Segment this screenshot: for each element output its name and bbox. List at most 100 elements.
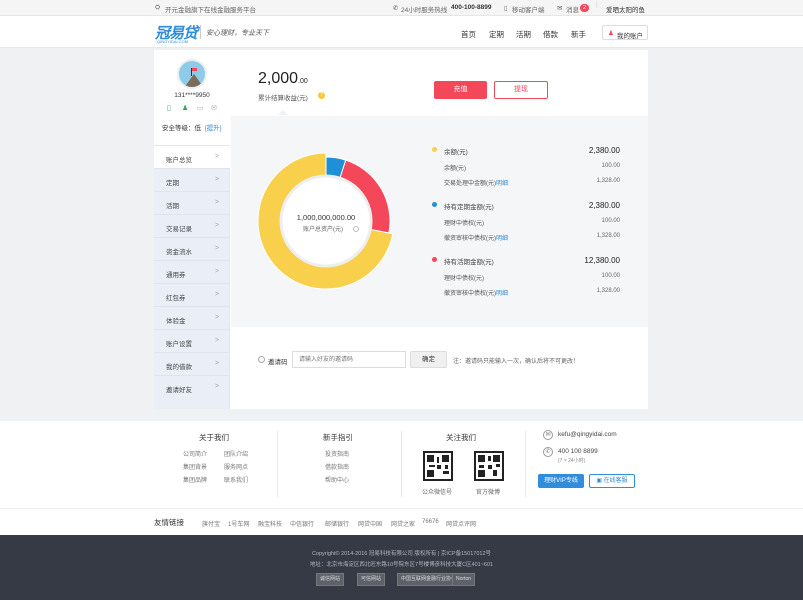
upgrade-security-link[interactable]: [提升] <box>205 122 222 132</box>
footer-divider <box>401 431 402 497</box>
income-amount: 2,000.00 <box>258 70 308 87</box>
footer-link[interactable]: 集团品牌 <box>183 475 207 484</box>
friend-link[interactable]: 网贷点评网 <box>446 519 476 528</box>
detail-link[interactable]: 明细 <box>496 181 508 187</box>
sidebar-item-trial-fund[interactable]: 体验金 > <box>154 307 230 330</box>
sidebar-item-cashflow[interactable]: 资金流水 > <box>154 238 230 261</box>
chevron-right-icon: > <box>215 314 220 321</box>
footer-link[interactable]: 团队介绍 <box>224 449 248 458</box>
trust-badge[interactable]: 诚信网站 <box>316 573 345 586</box>
invite-code-input[interactable] <box>292 351 406 368</box>
nav-fixed[interactable]: 定期 <box>489 29 504 40</box>
footer-link[interactable]: 借款指南 <box>325 462 349 471</box>
legend-value: 2,380.00 <box>588 201 620 210</box>
chevron-right-icon: > <box>215 291 220 298</box>
footer-link[interactable]: 服务网点 <box>224 462 248 471</box>
sidebar: 131****9950 ▯ ♟ ▭ ✉ 安全等级：低 [提升] 账户总览 > 定期… <box>154 50 230 409</box>
mobile-client-link[interactable]: 移动客户端 <box>512 4 545 14</box>
chevron-right-icon: > <box>215 176 220 183</box>
friend-links: 友情链接 旗付宝 1号车网 融宝科技 中信银行 邮储银行 网贷中国 网贷之家 7… <box>0 508 803 535</box>
recharge-button[interactable]: 充值 <box>434 81 487 99</box>
footer-link[interactable]: 公司简介 <box>183 449 207 458</box>
chevron-right-icon: > <box>215 245 220 252</box>
chevron-right-icon: > <box>215 222 220 229</box>
chevron-right-icon: > <box>215 383 220 390</box>
legend-value: 2,380.00 <box>588 146 620 155</box>
pointer-arrow <box>278 110 288 115</box>
bottom-bar: Copyright© 2014-2016 冠易科技有限公司 版权所有 | 京IC… <box>0 535 803 600</box>
sidebar-item-transactions[interactable]: 交易记录 > <box>154 215 230 238</box>
user-phone: 131****9950 <box>174 92 210 99</box>
detail-row: 交易处理中金额(元)明细 1,328.00 <box>444 178 620 187</box>
sidebar-item-coupons[interactable]: 通用券 > <box>154 261 230 284</box>
messages-link[interactable]: 消息 <box>566 4 579 14</box>
weibo-qr-code <box>474 451 504 481</box>
divider: | <box>596 1 598 8</box>
friend-link[interactable]: 中信银行 <box>290 519 314 528</box>
friend-link[interactable]: 网贷中国 <box>358 519 382 528</box>
sidebar-item-red-packets[interactable]: 红包券 > <box>154 284 230 307</box>
legend-dot <box>432 147 437 152</box>
withdraw-button[interactable]: 提现 <box>494 81 548 99</box>
nav-current[interactable]: 活期 <box>516 29 531 40</box>
info-icon[interactable]: ? <box>318 92 325 99</box>
hotline-number: 400-100-8899 <box>451 4 492 11</box>
detail-row: 撤资审核中债权(元)明细 1,328.00 <box>444 233 620 242</box>
friend-link[interactable]: 融宝科技 <box>258 519 282 528</box>
nav-home[interactable]: 首页 <box>461 29 476 40</box>
trust-badge[interactable]: Norton <box>452 573 476 586</box>
my-account-label: 我的账户 <box>617 32 643 40</box>
bank-card-icon[interactable]: ▭ <box>197 104 204 112</box>
footer-link[interactable]: 投资指南 <box>325 449 349 458</box>
username-link[interactable]: 爱晒太阳的鱼 <box>606 4 645 14</box>
friend-link[interactable]: 邮储银行 <box>325 519 349 528</box>
footer-divider <box>277 431 278 497</box>
logo-sub: QINGYIDAI.COM <box>157 39 189 44</box>
copyright: Copyright© 2014-2016 冠易科技有限公司 版权所有 | 京IC… <box>311 551 492 557</box>
sidebar-item-invite[interactable]: 邀请好友 > <box>154 376 230 399</box>
account-panel: 131****9950 ▯ ♟ ▭ ✉ 安全等级：低 [提升] 账户总览 > 定期… <box>154 50 648 409</box>
chevron-right-icon: > <box>215 153 220 160</box>
sidebar-item-my-loans[interactable]: 我的借款 > <box>154 353 230 376</box>
weibo-label: 官方微博 <box>476 490 501 496</box>
total-assets-label: 账户总资产(元) <box>303 225 343 233</box>
nav-newbie[interactable]: 新手 <box>571 29 586 40</box>
nav-loan[interactable]: 借款 <box>543 29 558 40</box>
detail-row: 撤资审核中债权(元)明细 1,328.00 <box>444 288 620 297</box>
friend-link[interactable]: 旗付宝 <box>202 519 220 528</box>
detail-link[interactable]: 明细 <box>496 291 508 297</box>
vip-hotline-button[interactable]: 理财VIP专线 <box>538 474 584 488</box>
phone-verified-icon[interactable]: ▯ <box>167 104 171 112</box>
company-address: 地址：北京市海淀区西北旺东路10号院东区7号楼博彦科技大厦C区401~601 <box>309 562 494 568</box>
income-label: 累计结算收益(元) <box>258 95 308 102</box>
sidebar-item-fixed[interactable]: 定期 > <box>154 169 230 192</box>
top-brand[interactable]: 开元金融 <box>165 4 191 14</box>
footer-link[interactable]: 集团背景 <box>183 462 207 471</box>
sidebar-item-overview[interactable]: 账户总览 > <box>154 146 230 169</box>
footer-link[interactable]: 帮助中心 <box>325 475 349 484</box>
support-email[interactable]: kefu@qingyidai.com <box>558 431 617 438</box>
online-service-button[interactable]: ▣ 在线客服 <box>589 474 635 488</box>
invite-confirm-button[interactable]: 确定 <box>410 351 447 368</box>
friend-link[interactable]: 76676 <box>422 519 439 525</box>
support-phone: 400 100 8899 <box>558 448 598 455</box>
email-icon[interactable]: ✉ <box>211 104 217 112</box>
trust-badge[interactable]: 中国互联网金融行业协会 <box>397 573 461 586</box>
invite-note: 注：邀请码只能输入一次，确认后将不可更改！ <box>453 359 580 365</box>
sidebar-item-settings[interactable]: 账户设置 > <box>154 330 230 353</box>
friend-link[interactable]: 1号车网 <box>228 519 249 528</box>
user-icon: ♟ <box>608 30 614 37</box>
footer-link[interactable]: 联系我们 <box>224 475 248 484</box>
avatar[interactable] <box>177 59 207 89</box>
identity-verified-icon[interactable]: ♟ <box>182 104 188 112</box>
sidebar-item-current[interactable]: 活期 > <box>154 192 230 215</box>
trust-badge[interactable]: 可信网站 <box>357 573 386 586</box>
friend-link[interactable]: 网贷之家 <box>391 519 415 528</box>
chevron-right-icon: > <box>215 360 220 367</box>
my-account-button[interactable]: ♟ 我的账户 <box>602 25 648 40</box>
detail-link[interactable]: 明细 <box>496 236 508 242</box>
chevron-right-icon: > <box>215 337 220 344</box>
wechat-qr-code <box>423 451 453 481</box>
footer-divider <box>525 431 526 497</box>
legend-value: 12,380.00 <box>584 256 620 265</box>
